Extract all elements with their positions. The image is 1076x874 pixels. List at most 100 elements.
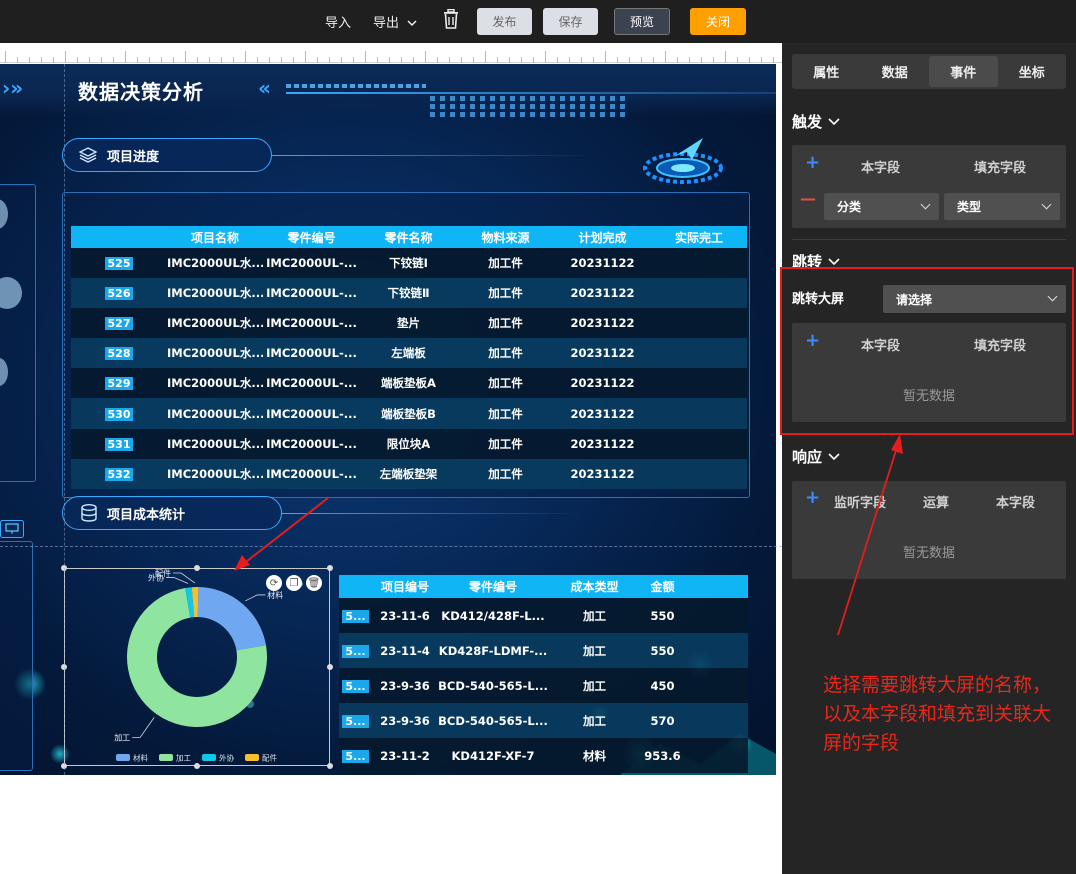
table-row[interactable]: 525 IMC2000UL水... IMC2000UL-... 下铰链Ⅰ 加工件 2023… [71,248,747,279]
dot [450,112,455,117]
table-row[interactable]: 532 IMC2000UL水... IMC2000UL-... 左端板垫架 加工件 202… [71,458,747,489]
table-cell: 953.6 [641,738,684,773]
row-id-badge: 528 [104,347,134,361]
row-id-badge: 525 [104,257,134,271]
dot [450,96,455,101]
table-row[interactable]: 5... 23-11-4 KD428F-LDMF-... 加工 550 [339,633,748,668]
table-row[interactable]: 531 IMC2000UL水... IMC2000UL-... 限位块A 加工件 2023… [71,428,747,459]
ruler-tick [173,57,174,63]
trigger-section-header[interactable]: 触发 [792,111,840,132]
column-operation: 运算 [923,496,950,511]
column-header: 零件编号 [438,575,548,598]
dashboard-screen[interactable]: ›» 数据决策分析 « 项目进度 项目名称 零件编号 零件名称 物料来源 计划完… [0,64,776,775]
column-header: 实际完工 [651,226,747,248]
table-cell: 5... [339,598,372,633]
tab-1[interactable]: 数据 [861,54,930,89]
ruler-tick [377,57,378,63]
dot [620,112,625,117]
table-row[interactable]: 528 IMC2000UL水... IMC2000UL-... 左端板 加工件 20231… [71,338,747,369]
dot [570,112,575,117]
dot [480,104,485,109]
import-button[interactable]: 导入 [325,12,351,31]
column-header [71,226,167,248]
dot [550,112,555,117]
dot [500,104,505,109]
tab-2[interactable]: 事件 [929,56,998,87]
table-row[interactable]: 526 IMC2000UL水... IMC2000UL-... 下铰链Ⅱ 加工件 2023… [71,278,747,309]
close-button[interactable]: 关闭 [690,8,746,35]
ruler-tick [233,57,234,63]
dot [440,104,445,109]
table-row[interactable]: 529 IMC2000UL水... IMC2000UL-... 端板垫板A 加工件 202… [71,368,747,399]
dot [590,104,595,109]
add-icon[interactable]: + [805,487,820,508]
save-button[interactable]: 保存 [543,8,598,35]
resize-handle[interactable] [327,664,333,670]
dot [510,104,515,109]
column-header [339,575,372,598]
table-cell: 528 [71,338,167,369]
dot [460,104,465,109]
ruler-tick [197,57,198,63]
table-cell: 下铰链Ⅱ [360,278,457,309]
dot [590,112,595,117]
table-cell: KD412F-XF-7 [438,738,548,773]
column-header: 项目编号 [372,575,438,598]
table-cell [651,278,747,309]
preview-button[interactable]: 预览 [614,8,670,35]
table-row[interactable]: 5... 23-11-6 KD412/428F-L... 加工 550 [339,598,748,633]
table-cell: 限位块A [360,428,457,459]
export-button[interactable]: 导出 [373,12,417,31]
ruler-tick [293,57,294,63]
column-header: 零件编号 [263,226,360,248]
dot [600,104,605,109]
resize-handle[interactable] [194,763,200,769]
ruler-tick [665,51,666,63]
design-canvas[interactable]: ›» 数据决策分析 « 项目进度 项目名称 零件编号 零件名称 物料来源 计划完… [0,43,782,874]
dot [440,112,445,117]
tab-3[interactable]: 坐标 [998,54,1067,89]
selection-box[interactable] [64,568,330,766]
dot [430,104,435,109]
row-id-badge: 5... [342,609,369,623]
publish-button[interactable]: 发布 [477,8,532,35]
table-cell: 端板垫板A [360,368,457,399]
table-row[interactable]: 5... 23-11-2 KD412F-XF-7 材料 953.6 [339,738,748,773]
ruler-tick [281,57,282,63]
ruler-tick [341,57,342,63]
category-select[interactable]: 分类 [824,193,939,220]
page-title: 数据决策分析 [78,80,204,104]
monitor-icon [0,520,24,538]
table-cell: IMC2000UL-... [263,338,360,369]
dot [570,104,575,109]
ruler-tick [497,57,498,63]
table-row[interactable]: 530 IMC2000UL水... IMC2000UL-... 端板垫板B 加工件 202… [71,398,747,429]
remove-icon[interactable]: — [800,189,816,208]
table-cell: 左端板 [360,338,457,369]
resize-handle[interactable] [327,763,333,769]
chevrons-right-icon: ›» [2,76,24,100]
table-cell: IMC2000UL-... [263,368,360,399]
resize-handle[interactable] [194,565,200,571]
tab-0[interactable]: 属性 [792,54,861,89]
trash-icon[interactable] [442,9,460,29]
section-title: 项目进度 [107,149,160,165]
annotation-arrow [837,434,903,636]
dot [600,112,605,117]
annotation-text: 选择需要跳转大屏的名称，以及本字段和填充到关联大屏的字段 [823,674,1052,754]
table-cell: 20231122 [554,458,651,489]
table-cell: 550 [641,598,684,633]
table-row[interactable]: 527 IMC2000UL水... IMC2000UL-... 垫片 加工件 202311… [71,308,747,339]
add-icon[interactable]: + [805,152,820,173]
table-row[interactable]: 5... 23-9-36 BCD-540-565-L... 加工 450 [339,668,748,703]
ruler-tick [413,57,414,63]
table-row[interactable]: 5... 23-9-36 BCD-540-565-L... 加工 570 [339,703,748,738]
dot [520,104,525,109]
ruler-tick [17,57,18,63]
ruler-tick [761,57,762,63]
divider [792,239,1066,240]
table-cell: 529 [71,368,167,399]
row-id-badge: 5... [342,749,369,763]
table-cell: IMC2000UL-... [263,428,360,459]
type-select[interactable]: 类型 [944,193,1060,220]
